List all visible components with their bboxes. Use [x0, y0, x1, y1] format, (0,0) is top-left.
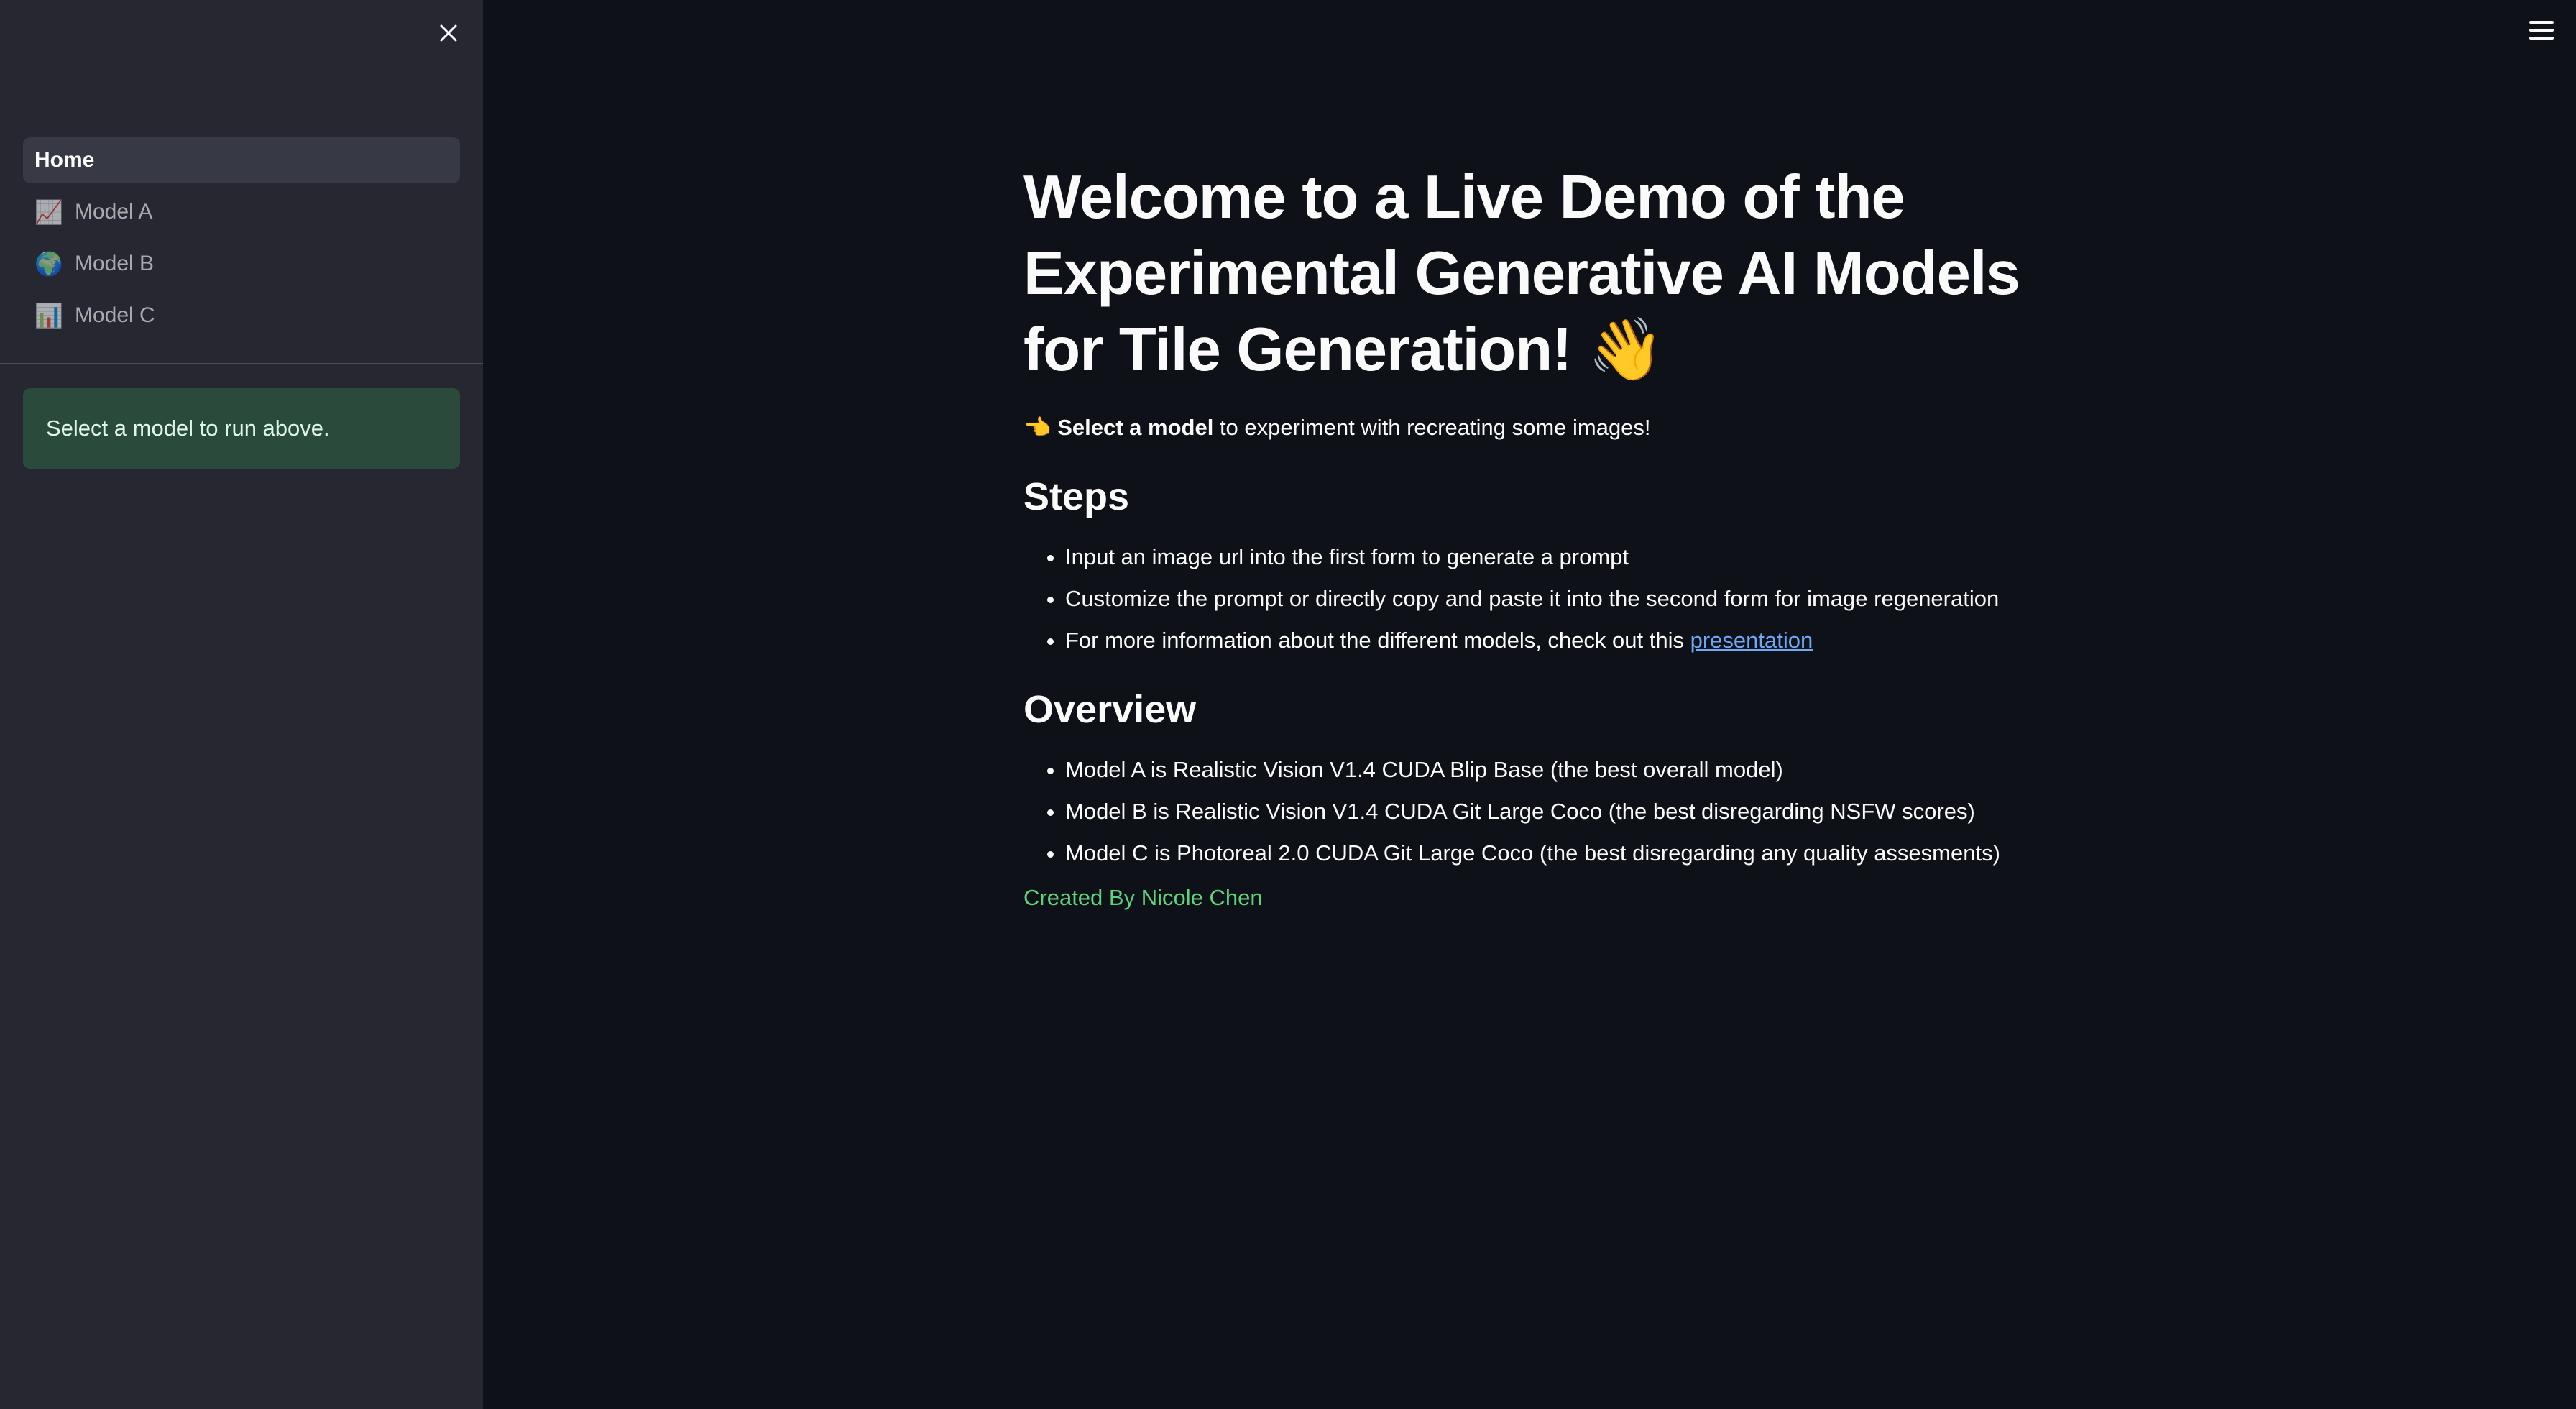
- close-sidebar-button[interactable]: [433, 17, 464, 49]
- list-item: Model B is Realistic Vision V1.4 CUDA Gi…: [1065, 797, 2030, 827]
- hamburger-menu-icon: [2529, 37, 2554, 40]
- list-item-text: Model C is Photoreal 2.0 CUDA Git Large …: [1065, 840, 2000, 866]
- page-title-line-1: Welcome to a Live Demo of the: [1024, 163, 1905, 231]
- page-title-line-3: for Tile Generation! 👋: [1024, 316, 1664, 384]
- pointing-left-icon: 👈: [1024, 415, 1052, 440]
- sidebar-item-label: Model C: [75, 303, 155, 327]
- list-item: Model C is Photoreal 2.0 CUDA Git Large …: [1065, 838, 2030, 868]
- page-title-line-2: Experimental Generative AI Models: [1024, 239, 2020, 308]
- hamburger-menu-icon: [2529, 29, 2554, 32]
- globe-icon: 🌍: [34, 251, 63, 277]
- list-item-text: Input an image url into the first form t…: [1065, 544, 1629, 569]
- list-item-text: Customize the prompt or directly copy an…: [1065, 586, 2000, 611]
- close-icon: [440, 24, 457, 42]
- intro-text: 👈 Select a model to experiment with recr…: [1024, 413, 2030, 443]
- main-content: Welcome to a Live Demo of the Experiment…: [1024, 160, 2030, 913]
- list-item: Model A is Realistic Vision V1.4 CUDA Bl…: [1065, 755, 2030, 785]
- page-title: Welcome to a Live Demo of the Experiment…: [1024, 160, 2030, 388]
- sidebar-item-label: Home: [34, 148, 95, 172]
- sidebar-divider: [0, 363, 483, 364]
- hamburger-menu-icon: [2529, 21, 2554, 24]
- author-credit: Created By Nicole Chen: [1024, 885, 1263, 910]
- sidebar-item-label: Model A: [75, 200, 153, 224]
- sidebar-item-model-b[interactable]: 🌍 Model B: [23, 241, 460, 287]
- intro-bold: Select a model: [1057, 415, 1214, 440]
- presentation-link[interactable]: presentation: [1690, 628, 1813, 653]
- list-item-text: For more information about the different…: [1065, 628, 1690, 653]
- sidebar-item-label: Model B: [75, 252, 155, 275]
- steps-list: Input an image url into the first form t…: [1024, 542, 2030, 656]
- list-item-text: Model A is Realistic Vision V1.4 CUDA Bl…: [1065, 757, 1783, 782]
- sidebar-item-model-c[interactable]: 📊 Model C: [23, 293, 460, 339]
- info-alert: Select a model to run above.: [23, 388, 460, 469]
- bar-chart-icon: 📊: [34, 303, 63, 329]
- intro-rest: to experiment with recreating some image…: [1213, 415, 1651, 440]
- chart-increasing-icon: 📈: [34, 199, 63, 225]
- sidebar-item-home[interactable]: Home: [23, 137, 460, 183]
- app-root: Home 📈 Model A 🌍 Model B 📊 Model C Selec…: [0, 0, 2576, 1409]
- steps-heading: Steps: [1024, 475, 1130, 518]
- sidebar-item-model-a[interactable]: 📈 Model A: [23, 189, 460, 235]
- list-item-text: Model B is Realistic Vision V1.4 CUDA Gi…: [1065, 799, 1975, 824]
- list-item: Input an image url into the first form t…: [1065, 542, 2030, 572]
- list-item: For more information about the different…: [1065, 625, 2030, 656]
- overview-list: Model A is Realistic Vision V1.4 CUDA Bl…: [1024, 755, 2030, 868]
- sidebar: Home 📈 Model A 🌍 Model B 📊 Model C Selec…: [0, 0, 483, 1409]
- sidebar-nav: Home 📈 Model A 🌍 Model B 📊 Model C: [23, 137, 460, 344]
- main-menu-button[interactable]: [2524, 16, 2559, 45]
- info-alert-text: Select a model to run above.: [46, 416, 330, 441]
- overview-heading: Overview: [1024, 688, 1197, 731]
- list-item: Customize the prompt or directly copy an…: [1065, 584, 2030, 614]
